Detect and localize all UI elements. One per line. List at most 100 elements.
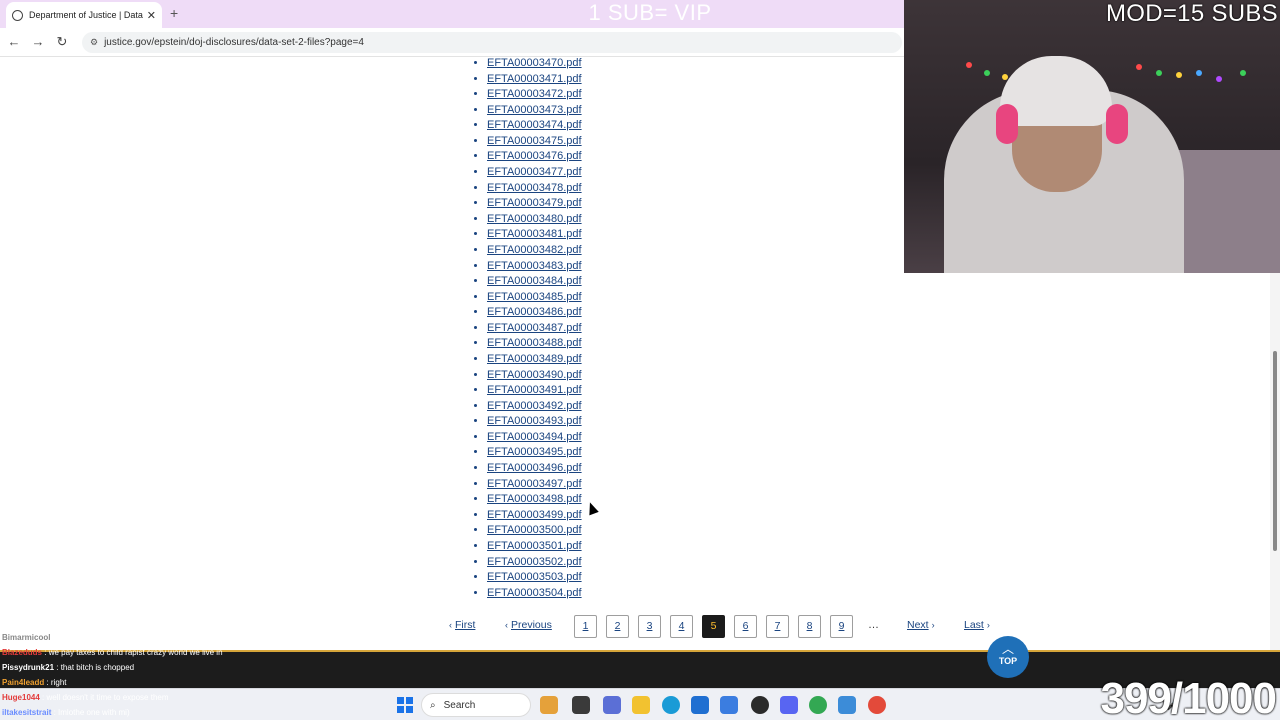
page-number-button[interactable]: 6 bbox=[734, 615, 757, 638]
chat-text: Imlothe one with mi) bbox=[58, 708, 130, 717]
string-light bbox=[1136, 64, 1142, 70]
pdf-file-link[interactable]: EFTA00003501.pdf bbox=[487, 540, 582, 552]
pdf-file-link[interactable]: EFTA00003494.pdf bbox=[487, 431, 582, 443]
chat-username: Blazeduds bbox=[2, 648, 43, 657]
back-icon[interactable]: ← bbox=[6, 34, 22, 49]
file-explorer-icon[interactable] bbox=[632, 696, 650, 714]
chat-text: that bitch is chopped bbox=[60, 663, 135, 672]
pdf-file-link[interactable]: EFTA00003504.pdf bbox=[487, 587, 582, 599]
site-info-icon[interactable]: ⚙ bbox=[90, 37, 98, 48]
page-number-button[interactable]: 9 bbox=[830, 615, 853, 638]
pdf-file-link[interactable]: EFTA00003489.pdf bbox=[487, 353, 582, 365]
browser-tab[interactable]: Department of Justice | Data Se ✕ bbox=[6, 2, 162, 28]
file-list-item: EFTA00003500.pdf bbox=[487, 523, 582, 539]
previous-page-link[interactable]: ‹ Previous bbox=[502, 619, 552, 631]
pdf-file-link[interactable]: EFTA00003490.pdf bbox=[487, 369, 582, 381]
file-list-item: EFTA00003477.pdf bbox=[487, 165, 582, 181]
page-number-button[interactable]: 8 bbox=[798, 615, 821, 638]
pdf-file-link[interactable]: EFTA00003498.pdf bbox=[487, 493, 582, 505]
last-page-link[interactable]: Last › bbox=[964, 619, 993, 631]
pdf-file-link[interactable]: EFTA00003502.pdf bbox=[487, 556, 582, 568]
chat-message: Pain4leadd : right bbox=[2, 675, 422, 690]
pdf-file-link[interactable]: EFTA00003493.pdf bbox=[487, 415, 582, 427]
pdf-file-link[interactable]: EFTA00003474.pdf bbox=[487, 119, 582, 131]
pdf-file-link[interactable]: EFTA00003487.pdf bbox=[487, 322, 582, 334]
pdf-file-link[interactable]: EFTA00003475.pdf bbox=[487, 135, 582, 147]
pdf-file-link[interactable]: EFTA00003492.pdf bbox=[487, 400, 582, 412]
notepad-icon[interactable] bbox=[838, 696, 856, 714]
file-list-item: EFTA00003480.pdf bbox=[487, 212, 582, 228]
pdf-file-link[interactable]: EFTA00003486.pdf bbox=[487, 306, 582, 318]
file-list-item: EFTA00003487.pdf bbox=[487, 321, 582, 337]
pdf-file-link[interactable]: EFTA00003472.pdf bbox=[487, 88, 582, 100]
pdf-file-link[interactable]: EFTA00003484.pdf bbox=[487, 275, 582, 287]
scrollbar-thumb[interactable] bbox=[1273, 351, 1277, 551]
discord-icon[interactable] bbox=[780, 696, 798, 714]
outlook-icon[interactable] bbox=[720, 696, 738, 714]
reload-icon[interactable]: ↻ bbox=[54, 34, 70, 50]
pdf-file-link[interactable]: EFTA00003485.pdf bbox=[487, 291, 582, 303]
pdf-file-link[interactable]: EFTA00003503.pdf bbox=[487, 571, 582, 583]
url-text: justice.gov/epstein/doj-disclosures/data… bbox=[104, 37, 364, 48]
pdf-file-link[interactable]: EFTA00003473.pdf bbox=[487, 104, 582, 116]
chrome-profile-icon[interactable] bbox=[868, 696, 886, 714]
store-icon[interactable] bbox=[691, 696, 709, 714]
chat-separator: : bbox=[44, 678, 51, 687]
page-number-button[interactable]: 1 bbox=[574, 615, 597, 638]
page-number-button[interactable]: 4 bbox=[670, 615, 693, 638]
chat-username: Huge1044 bbox=[2, 693, 40, 702]
page-number-button[interactable]: 3 bbox=[638, 615, 661, 638]
file-list-item: EFTA00003492.pdf bbox=[487, 399, 582, 415]
new-tab-icon[interactable]: + bbox=[170, 5, 178, 21]
current-page-button[interactable]: 5 bbox=[702, 615, 725, 638]
pdf-file-link[interactable]: EFTA00003478.pdf bbox=[487, 182, 582, 194]
file-list-item: EFTA00003498.pdf bbox=[487, 492, 582, 508]
chat-separator: : bbox=[42, 648, 49, 657]
teams-icon[interactable] bbox=[603, 696, 621, 714]
string-light bbox=[966, 62, 972, 68]
pdf-file-link[interactable]: EFTA00003495.pdf bbox=[487, 446, 582, 458]
file-list-item: EFTA00003491.pdf bbox=[487, 383, 582, 399]
file-list-item: EFTA00003504.pdf bbox=[487, 586, 582, 602]
next-page-link[interactable]: Next › bbox=[907, 619, 938, 631]
chevron-up-icon: ︿ bbox=[1001, 642, 1014, 656]
pdf-file-link[interactable]: EFTA00003491.pdf bbox=[487, 384, 582, 396]
pdf-file-link[interactable]: EFTA00003476.pdf bbox=[487, 150, 582, 162]
pdf-file-link[interactable]: EFTA00003480.pdf bbox=[487, 213, 582, 225]
file-list-item: EFTA00003476.pdf bbox=[487, 149, 582, 165]
chat-username: iltakesitstrait bbox=[2, 708, 52, 717]
pdf-file-link[interactable]: EFTA00003477.pdf bbox=[487, 166, 582, 178]
pdf-file-link[interactable]: EFTA00003496.pdf bbox=[487, 462, 582, 474]
edge-browser-icon[interactable] bbox=[662, 696, 680, 714]
close-tab-icon[interactable]: ✕ bbox=[147, 9, 156, 22]
file-list-item: EFTA00003482.pdf bbox=[487, 243, 582, 259]
pdf-file-link[interactable]: EFTA00003499.pdf bbox=[487, 509, 582, 521]
pdf-file-link[interactable]: EFTA00003488.pdf bbox=[487, 337, 582, 349]
pdf-file-link[interactable]: EFTA00003470.pdf bbox=[487, 57, 582, 69]
pdf-file-link[interactable]: EFTA00003497.pdf bbox=[487, 478, 582, 490]
file-list-item: EFTA00003474.pdf bbox=[487, 118, 582, 134]
file-list-item: EFTA00003484.pdf bbox=[487, 274, 582, 290]
first-page-link[interactable]: ‹ First bbox=[446, 619, 475, 631]
steam-icon[interactable] bbox=[751, 696, 769, 714]
url-field[interactable]: ⚙ justice.gov/epstein/doj-disclosures/da… bbox=[82, 32, 902, 53]
file-list-item: EFTA00003470.pdf bbox=[487, 57, 582, 72]
chat-text: well doesn't it time to expose them bbox=[46, 693, 169, 702]
chrome-icon[interactable] bbox=[809, 696, 827, 714]
page-number-button[interactable]: 2 bbox=[606, 615, 629, 638]
widgets-icon[interactable] bbox=[540, 696, 558, 714]
pdf-file-link[interactable]: EFTA00003482.pdf bbox=[487, 244, 582, 256]
tab-title: Department of Justice | Data Se bbox=[29, 10, 143, 20]
pdf-file-link[interactable]: EFTA00003479.pdf bbox=[487, 197, 582, 209]
forward-icon[interactable]: → bbox=[30, 34, 46, 49]
page-number-button[interactable]: 7 bbox=[766, 615, 789, 638]
terminal-icon[interactable] bbox=[572, 696, 590, 714]
back-to-top-button[interactable]: ︿ TOP bbox=[987, 636, 1029, 678]
pdf-file-link[interactable]: EFTA00003481.pdf bbox=[487, 228, 582, 240]
pdf-file-link[interactable]: EFTA00003471.pdf bbox=[487, 73, 582, 85]
file-list-item: EFTA00003479.pdf bbox=[487, 196, 582, 212]
pdf-file-link[interactable]: EFTA00003500.pdf bbox=[487, 524, 582, 536]
pdf-file-link[interactable]: EFTA00003483.pdf bbox=[487, 260, 582, 272]
sub-goal-counter: 399/1000 bbox=[1100, 674, 1277, 720]
taskbar-search[interactable]: ⌕ Search bbox=[421, 693, 531, 717]
